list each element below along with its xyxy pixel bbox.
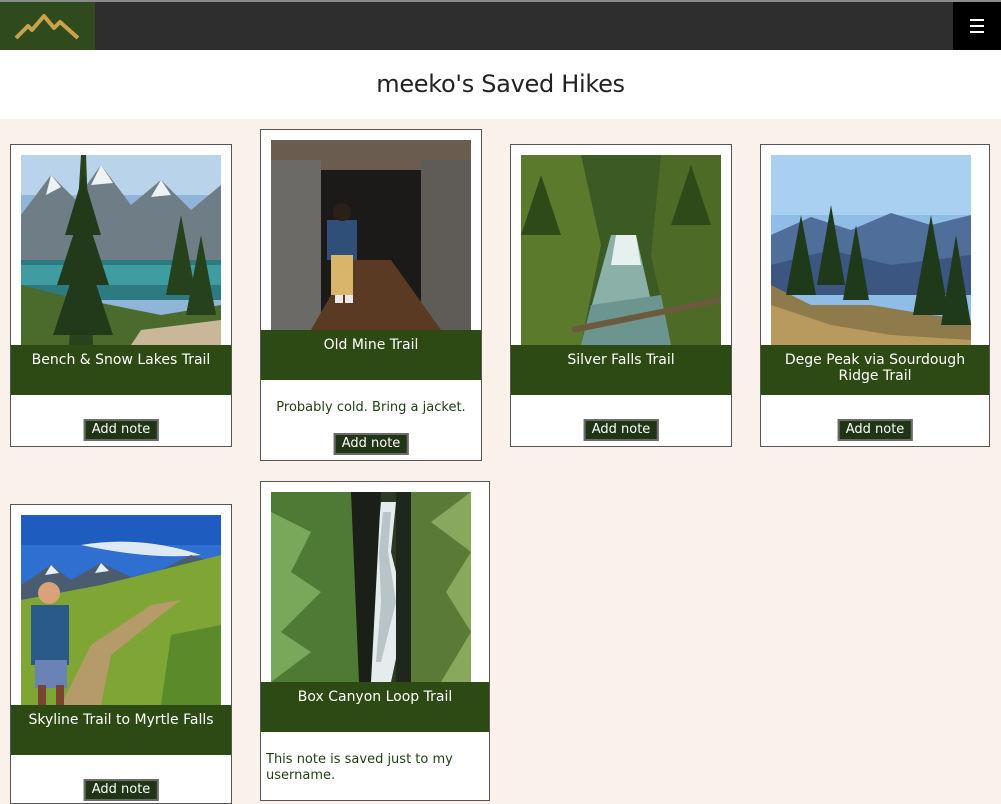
hamburger-line	[970, 25, 984, 27]
add-note-button[interactable]: Add note	[583, 419, 659, 441]
hike-card: Box Canyon Loop Trail This note is saved…	[260, 481, 490, 801]
hike-note: Probably cold. Bring a jacket.	[276, 400, 466, 415]
top-navbar	[0, 0, 1001, 50]
hike-photo	[771, 155, 971, 345]
hike-title: Silver Falls Trail	[511, 345, 731, 395]
hamburger-menu-button[interactable]	[953, 2, 1001, 50]
hike-card: Skyline Trail to Myrtle Falls Add note	[10, 504, 232, 804]
hike-photo	[21, 155, 221, 345]
hike-photo	[521, 155, 721, 345]
add-note-button[interactable]: Add note	[837, 419, 913, 441]
hike-card: Dege Peak via Sourdough Ridge Trail Add …	[760, 144, 990, 447]
page-header: meeko's Saved Hikes	[0, 50, 1001, 119]
mountain-logo-icon	[14, 14, 80, 40]
hike-title: Bench & Snow Lakes Trail	[11, 345, 231, 395]
hike-card: Old Mine Trail Probably cold. Bring a ja…	[260, 129, 482, 461]
home-logo-link[interactable]	[0, 2, 95, 50]
hike-title: Skyline Trail to Myrtle Falls	[11, 705, 231, 755]
hike-photo	[271, 140, 471, 330]
hike-title: Dege Peak via Sourdough Ridge Trail	[761, 345, 989, 395]
hamburger-menu-icon	[970, 19, 984, 21]
hike-card: Bench & Snow Lakes Trail Add note	[10, 144, 232, 447]
hike-photo	[21, 515, 221, 705]
hike-title: Box Canyon Loop Trail	[261, 682, 489, 732]
hike-photo	[271, 492, 471, 682]
hike-title: Old Mine Trail	[261, 330, 481, 380]
hamburger-line	[970, 31, 984, 33]
add-note-button[interactable]: Add note	[83, 419, 159, 441]
add-note-button[interactable]: Add note	[83, 779, 159, 801]
hike-card: Silver Falls Trail Add note	[510, 144, 732, 447]
hike-note: This note is saved just to my username.	[266, 752, 453, 783]
page-title: meeko's Saved Hikes	[376, 70, 625, 98]
add-note-button[interactable]: Add note	[333, 433, 409, 455]
